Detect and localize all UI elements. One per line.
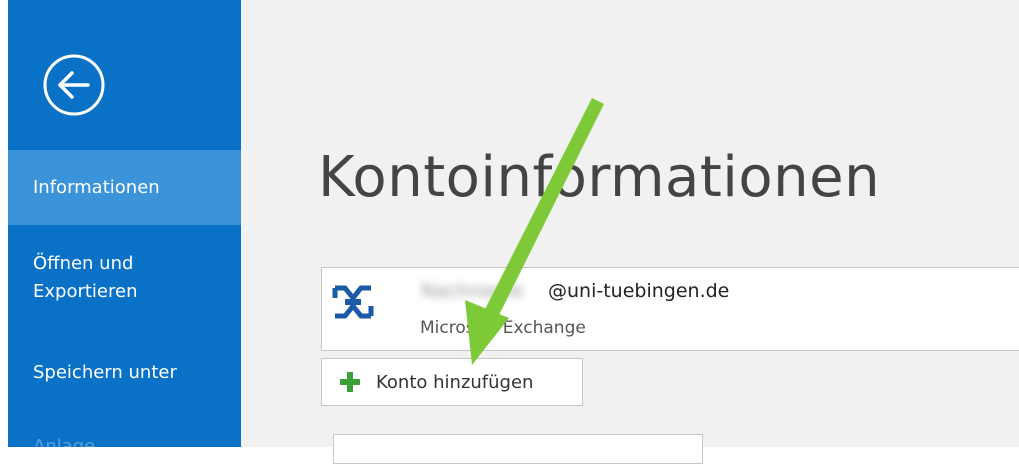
page-title: Kontoinformationen bbox=[318, 145, 881, 210]
sidebar-item-label: Informationen bbox=[33, 176, 160, 198]
sidebar-item-anlage[interactable]: Anlage bbox=[8, 433, 241, 447]
sidebar-item-oeffnen-exportieren[interactable]: Öffnen und Exportieren bbox=[8, 250, 208, 306]
sidebar-item-label: Öffnen und Exportieren bbox=[33, 253, 138, 302]
window-edge bbox=[0, 0, 8, 447]
sidebar-item-label: Speichern unter bbox=[33, 362, 177, 383]
sidebar-item-informationen[interactable]: Informationen bbox=[8, 150, 241, 225]
account-settings-box[interactable] bbox=[333, 434, 703, 464]
account-email-user: Nachname bbox=[421, 280, 524, 302]
account-selector[interactable]: Nachname @uni-tuebingen.de Microsoft Exc… bbox=[321, 267, 1019, 351]
backstage-sidebar: Informationen Öffnen und Exportieren Spe… bbox=[8, 0, 241, 447]
sidebar-item-label: Anlage bbox=[33, 436, 96, 447]
main-content: Kontoinformationen Nachname @uni-tuebing… bbox=[241, 0, 1019, 464]
back-arrow-icon[interactable] bbox=[42, 53, 106, 117]
account-type: Microsoft Exchange bbox=[420, 318, 586, 338]
exchange-icon bbox=[332, 285, 374, 319]
add-account-label: Konto hinzufügen bbox=[376, 371, 534, 393]
plus-icon bbox=[340, 372, 360, 392]
account-email: @uni-tuebingen.de bbox=[548, 280, 730, 302]
add-account-button[interactable]: Konto hinzufügen bbox=[321, 358, 583, 406]
sidebar-item-speichern-unter[interactable]: Speichern unter bbox=[8, 359, 241, 387]
